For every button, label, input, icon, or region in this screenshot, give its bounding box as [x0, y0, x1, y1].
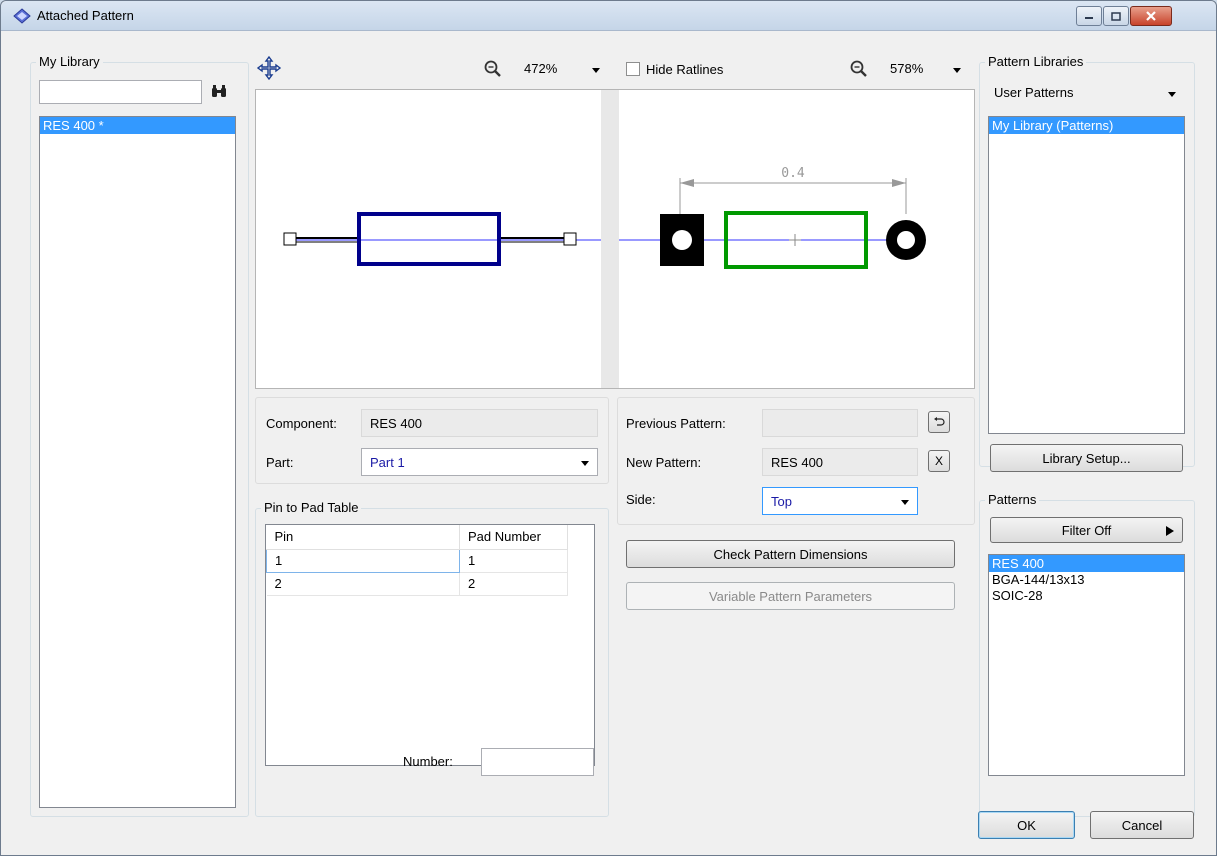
previous-pattern-field: [762, 409, 918, 437]
app-icon: [13, 8, 31, 24]
minimize-icon: [1085, 17, 1093, 19]
ok-label: OK: [1017, 817, 1036, 833]
component-field: RES 400: [361, 409, 598, 437]
patterns-list[interactable]: RES 400 BGA-144/13x13 SOIC-28: [988, 554, 1185, 776]
side-select[interactable]: Top: [762, 487, 918, 515]
table-row[interactable]: 2 2: [266, 572, 568, 596]
filter-button[interactable]: Filter Off: [990, 517, 1183, 543]
library-setup-label: Library Setup...: [1042, 450, 1131, 466]
component-label: Component:: [266, 416, 337, 431]
cancel-button[interactable]: Cancel: [1090, 811, 1194, 839]
part-label: Part:: [266, 455, 294, 470]
zoom-icon[interactable]: [483, 59, 503, 79]
title-bar: Attached Pattern: [1, 1, 1216, 31]
maximize-button[interactable]: [1103, 6, 1129, 26]
number-label: Number:: [403, 754, 453, 769]
library-setup-button[interactable]: Library Setup...: [990, 444, 1183, 472]
my-library-label: My Library: [36, 54, 103, 69]
variable-pattern-parameters-label: Variable Pattern Parameters: [708, 588, 873, 604]
undo-icon: [934, 417, 945, 426]
pin-cell[interactable]: 2: [266, 572, 460, 596]
chevron-down-icon: [901, 500, 909, 505]
pattern-libraries-label: Pattern Libraries: [985, 54, 1087, 69]
check-pattern-dimensions-label: Check Pattern Dimensions: [713, 546, 868, 562]
library-list-item[interactable]: RES 400 *: [40, 117, 235, 134]
cancel-label: Cancel: [1121, 817, 1163, 833]
dialog-body: My Library RES 400 * 472% Hide Ratlines: [9, 32, 1208, 850]
side-value: Top: [771, 494, 792, 509]
component-value: RES 400: [370, 416, 423, 431]
pattern-item[interactable]: BGA-144/13x13: [989, 572, 1184, 588]
pattern-item[interactable]: SOIC-28: [989, 588, 1184, 604]
minimize-button[interactable]: [1076, 6, 1102, 26]
patterns-label: Patterns: [985, 492, 1040, 507]
pattern-library-type-value: User Patterns: [994, 85, 1074, 100]
part-value: Part 1: [370, 455, 405, 470]
pattern-library-item[interactable]: My Library (Patterns): [989, 117, 1184, 134]
check-pattern-dimensions-button[interactable]: Check Pattern Dimensions: [626, 540, 955, 568]
pattern-item[interactable]: RES 400: [989, 555, 1184, 572]
library-search-input[interactable]: [39, 80, 202, 104]
chevron-down-icon: [581, 461, 589, 466]
new-pattern-value: RES 400: [771, 455, 824, 470]
right-zoom-value: 578%: [890, 61, 924, 76]
pin-cell[interactable]: 1: [266, 548, 460, 573]
my-library-list[interactable]: RES 400 *: [39, 116, 236, 808]
pattern-library-type-select[interactable]: User Patterns: [988, 80, 1184, 106]
pad-cell[interactable]: 2: [459, 572, 568, 596]
left-zoom-select[interactable]: 472%: [518, 56, 608, 82]
clear-pattern-label: X: [934, 454, 943, 468]
pin-pad-table[interactable]: Pin Pad Number 1 1 2 2: [265, 524, 595, 766]
clear-pattern-button[interactable]: X: [928, 450, 950, 472]
variable-pattern-parameters-button[interactable]: Variable Pattern Parameters: [626, 582, 955, 610]
right-zoom-select[interactable]: 578%: [884, 56, 969, 82]
chevron-down-icon: [1168, 92, 1176, 97]
window-title: Attached Pattern: [37, 8, 134, 23]
hide-ratlines-label: Hide Ratlines: [646, 62, 724, 77]
ok-button[interactable]: OK: [978, 811, 1075, 839]
pattern-libraries-list[interactable]: My Library (Patterns): [988, 116, 1185, 434]
filter-label: Filter Off: [1061, 522, 1112, 538]
new-pattern-field: RES 400: [762, 448, 918, 476]
schematic-preview-canvas[interactable]: [256, 90, 601, 388]
pad-cell[interactable]: 1: [459, 549, 568, 573]
left-zoom-value: 472%: [524, 61, 558, 76]
previous-pattern-label: Previous Pattern:: [626, 416, 726, 431]
pin-table-label: Pin to Pad Table: [261, 500, 362, 515]
close-window-button[interactable]: [1130, 6, 1172, 26]
zoom-icon[interactable]: [849, 59, 869, 79]
column-header-pin[interactable]: Pin: [266, 525, 460, 550]
attached-pattern-dialog: Attached Pattern My Library RES 400 * 47…: [0, 0, 1217, 856]
pattern-preview-canvas[interactable]: 0.4: [619, 90, 974, 388]
column-header-pad-number[interactable]: Pad Number: [459, 525, 568, 550]
table-row[interactable]: 1 1: [266, 548, 568, 573]
maximize-icon: [1111, 11, 1121, 21]
hide-ratlines-checkbox[interactable]: [626, 62, 640, 76]
part-select[interactable]: Part 1: [361, 448, 598, 476]
restore-pattern-button[interactable]: [928, 411, 950, 433]
new-pattern-label: New Pattern:: [626, 455, 702, 470]
side-label: Side:: [626, 492, 656, 507]
chevron-down-icon: [592, 68, 600, 73]
dimension-label: 0.4: [781, 166, 805, 181]
binoculars-icon[interactable]: [210, 84, 228, 100]
play-arrow-icon: [1166, 526, 1174, 536]
pan-move-icon[interactable]: [257, 56, 281, 80]
close-icon: [1146, 11, 1156, 21]
chevron-down-icon: [953, 68, 961, 73]
number-input[interactable]: [481, 748, 594, 776]
